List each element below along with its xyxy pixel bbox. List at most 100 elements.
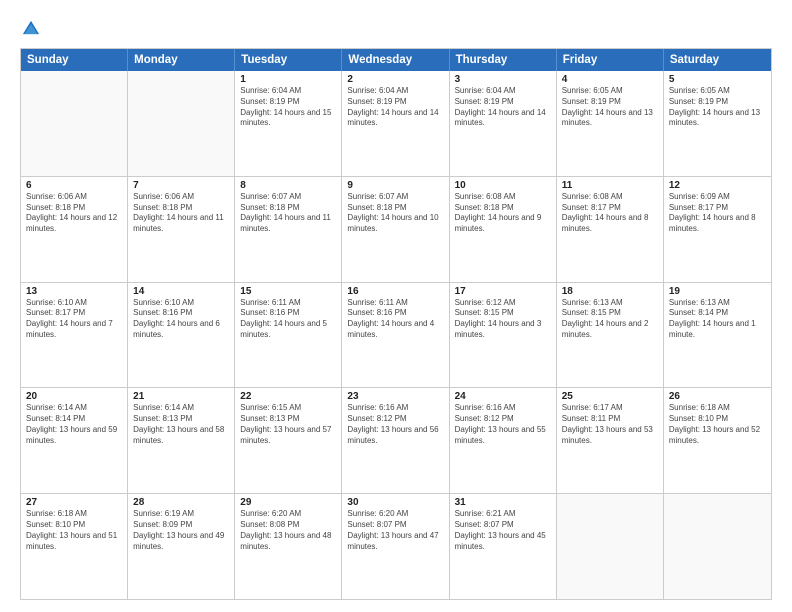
calendar-day-1: 1Sunrise: 6:04 AMSunset: 8:19 PMDaylight…	[235, 71, 342, 176]
day-number: 22	[240, 391, 336, 402]
header-day-friday: Friday	[557, 49, 664, 71]
day-number: 10	[455, 180, 551, 191]
day-info: Sunrise: 6:17 AMSunset: 8:11 PMDaylight:…	[562, 403, 658, 446]
day-number: 7	[133, 180, 229, 191]
day-info: Sunrise: 6:19 AMSunset: 8:09 PMDaylight:…	[133, 509, 229, 552]
calendar-day-empty	[664, 494, 771, 599]
day-info: Sunrise: 6:05 AMSunset: 8:19 PMDaylight:…	[562, 86, 658, 129]
calendar-day-empty	[557, 494, 664, 599]
day-number: 15	[240, 286, 336, 297]
calendar-day-13: 13Sunrise: 6:10 AMSunset: 8:17 PMDayligh…	[21, 283, 128, 388]
day-info: Sunrise: 6:10 AMSunset: 8:16 PMDaylight:…	[133, 298, 229, 341]
calendar-day-15: 15Sunrise: 6:11 AMSunset: 8:16 PMDayligh…	[235, 283, 342, 388]
calendar-day-4: 4Sunrise: 6:05 AMSunset: 8:19 PMDaylight…	[557, 71, 664, 176]
calendar-day-24: 24Sunrise: 6:16 AMSunset: 8:12 PMDayligh…	[450, 388, 557, 493]
day-number: 6	[26, 180, 122, 191]
calendar-day-19: 19Sunrise: 6:13 AMSunset: 8:14 PMDayligh…	[664, 283, 771, 388]
day-info: Sunrise: 6:15 AMSunset: 8:13 PMDaylight:…	[240, 403, 336, 446]
calendar-day-17: 17Sunrise: 6:12 AMSunset: 8:15 PMDayligh…	[450, 283, 557, 388]
calendar-day-25: 25Sunrise: 6:17 AMSunset: 8:11 PMDayligh…	[557, 388, 664, 493]
day-info: Sunrise: 6:09 AMSunset: 8:17 PMDaylight:…	[669, 192, 766, 235]
day-number: 3	[455, 74, 551, 85]
day-number: 8	[240, 180, 336, 191]
calendar-week-1: 1Sunrise: 6:04 AMSunset: 8:19 PMDaylight…	[21, 71, 771, 176]
day-info: Sunrise: 6:11 AMSunset: 8:16 PMDaylight:…	[347, 298, 443, 341]
day-info: Sunrise: 6:06 AMSunset: 8:18 PMDaylight:…	[133, 192, 229, 235]
logo-icon	[20, 18, 42, 40]
day-number: 27	[26, 497, 122, 508]
calendar-day-12: 12Sunrise: 6:09 AMSunset: 8:17 PMDayligh…	[664, 177, 771, 282]
calendar-day-16: 16Sunrise: 6:11 AMSunset: 8:16 PMDayligh…	[342, 283, 449, 388]
calendar-day-2: 2Sunrise: 6:04 AMSunset: 8:19 PMDaylight…	[342, 71, 449, 176]
day-number: 28	[133, 497, 229, 508]
day-number: 1	[240, 74, 336, 85]
header	[20, 18, 772, 40]
calendar-day-31: 31Sunrise: 6:21 AMSunset: 8:07 PMDayligh…	[450, 494, 557, 599]
header-day-tuesday: Tuesday	[235, 49, 342, 71]
day-number: 16	[347, 286, 443, 297]
day-number: 23	[347, 391, 443, 402]
day-info: Sunrise: 6:08 AMSunset: 8:18 PMDaylight:…	[455, 192, 551, 235]
header-day-thursday: Thursday	[450, 49, 557, 71]
day-number: 18	[562, 286, 658, 297]
day-number: 12	[669, 180, 766, 191]
calendar-day-30: 30Sunrise: 6:20 AMSunset: 8:07 PMDayligh…	[342, 494, 449, 599]
header-day-monday: Monday	[128, 49, 235, 71]
calendar-day-11: 11Sunrise: 6:08 AMSunset: 8:17 PMDayligh…	[557, 177, 664, 282]
calendar-header-row: SundayMondayTuesdayWednesdayThursdayFrid…	[21, 49, 771, 71]
calendar: SundayMondayTuesdayWednesdayThursdayFrid…	[20, 48, 772, 600]
header-day-wednesday: Wednesday	[342, 49, 449, 71]
day-info: Sunrise: 6:21 AMSunset: 8:07 PMDaylight:…	[455, 509, 551, 552]
calendar-body: 1Sunrise: 6:04 AMSunset: 8:19 PMDaylight…	[21, 71, 771, 599]
day-info: Sunrise: 6:04 AMSunset: 8:19 PMDaylight:…	[240, 86, 336, 129]
day-info: Sunrise: 6:16 AMSunset: 8:12 PMDaylight:…	[347, 403, 443, 446]
calendar-day-21: 21Sunrise: 6:14 AMSunset: 8:13 PMDayligh…	[128, 388, 235, 493]
calendar-day-6: 6Sunrise: 6:06 AMSunset: 8:18 PMDaylight…	[21, 177, 128, 282]
calendar-week-4: 20Sunrise: 6:14 AMSunset: 8:14 PMDayligh…	[21, 387, 771, 493]
page: SundayMondayTuesdayWednesdayThursdayFrid…	[0, 0, 792, 612]
day-info: Sunrise: 6:10 AMSunset: 8:17 PMDaylight:…	[26, 298, 122, 341]
calendar-day-9: 9Sunrise: 6:07 AMSunset: 8:18 PMDaylight…	[342, 177, 449, 282]
day-number: 4	[562, 74, 658, 85]
calendar-week-2: 6Sunrise: 6:06 AMSunset: 8:18 PMDaylight…	[21, 176, 771, 282]
calendar-day-10: 10Sunrise: 6:08 AMSunset: 8:18 PMDayligh…	[450, 177, 557, 282]
day-number: 17	[455, 286, 551, 297]
day-number: 9	[347, 180, 443, 191]
calendar-day-23: 23Sunrise: 6:16 AMSunset: 8:12 PMDayligh…	[342, 388, 449, 493]
calendar-day-20: 20Sunrise: 6:14 AMSunset: 8:14 PMDayligh…	[21, 388, 128, 493]
calendar-day-29: 29Sunrise: 6:20 AMSunset: 8:08 PMDayligh…	[235, 494, 342, 599]
day-number: 5	[669, 74, 766, 85]
calendar-day-7: 7Sunrise: 6:06 AMSunset: 8:18 PMDaylight…	[128, 177, 235, 282]
day-number: 24	[455, 391, 551, 402]
day-info: Sunrise: 6:04 AMSunset: 8:19 PMDaylight:…	[347, 86, 443, 129]
calendar-day-3: 3Sunrise: 6:04 AMSunset: 8:19 PMDaylight…	[450, 71, 557, 176]
day-info: Sunrise: 6:13 AMSunset: 8:15 PMDaylight:…	[562, 298, 658, 341]
day-info: Sunrise: 6:12 AMSunset: 8:15 PMDaylight:…	[455, 298, 551, 341]
day-info: Sunrise: 6:07 AMSunset: 8:18 PMDaylight:…	[347, 192, 443, 235]
day-info: Sunrise: 6:08 AMSunset: 8:17 PMDaylight:…	[562, 192, 658, 235]
calendar-week-3: 13Sunrise: 6:10 AMSunset: 8:17 PMDayligh…	[21, 282, 771, 388]
day-number: 19	[669, 286, 766, 297]
calendar-day-14: 14Sunrise: 6:10 AMSunset: 8:16 PMDayligh…	[128, 283, 235, 388]
header-day-saturday: Saturday	[664, 49, 771, 71]
day-number: 14	[133, 286, 229, 297]
day-number: 25	[562, 391, 658, 402]
calendar-day-27: 27Sunrise: 6:18 AMSunset: 8:10 PMDayligh…	[21, 494, 128, 599]
day-info: Sunrise: 6:18 AMSunset: 8:10 PMDaylight:…	[26, 509, 122, 552]
calendar-day-22: 22Sunrise: 6:15 AMSunset: 8:13 PMDayligh…	[235, 388, 342, 493]
day-info: Sunrise: 6:14 AMSunset: 8:13 PMDaylight:…	[133, 403, 229, 446]
day-info: Sunrise: 6:20 AMSunset: 8:08 PMDaylight:…	[240, 509, 336, 552]
day-info: Sunrise: 6:11 AMSunset: 8:16 PMDaylight:…	[240, 298, 336, 341]
day-info: Sunrise: 6:16 AMSunset: 8:12 PMDaylight:…	[455, 403, 551, 446]
day-info: Sunrise: 6:07 AMSunset: 8:18 PMDaylight:…	[240, 192, 336, 235]
day-info: Sunrise: 6:14 AMSunset: 8:14 PMDaylight:…	[26, 403, 122, 446]
day-info: Sunrise: 6:06 AMSunset: 8:18 PMDaylight:…	[26, 192, 122, 235]
day-number: 29	[240, 497, 336, 508]
day-info: Sunrise: 6:04 AMSunset: 8:19 PMDaylight:…	[455, 86, 551, 129]
day-number: 31	[455, 497, 551, 508]
day-number: 13	[26, 286, 122, 297]
calendar-day-18: 18Sunrise: 6:13 AMSunset: 8:15 PMDayligh…	[557, 283, 664, 388]
day-number: 26	[669, 391, 766, 402]
calendar-day-empty	[128, 71, 235, 176]
day-number: 2	[347, 74, 443, 85]
